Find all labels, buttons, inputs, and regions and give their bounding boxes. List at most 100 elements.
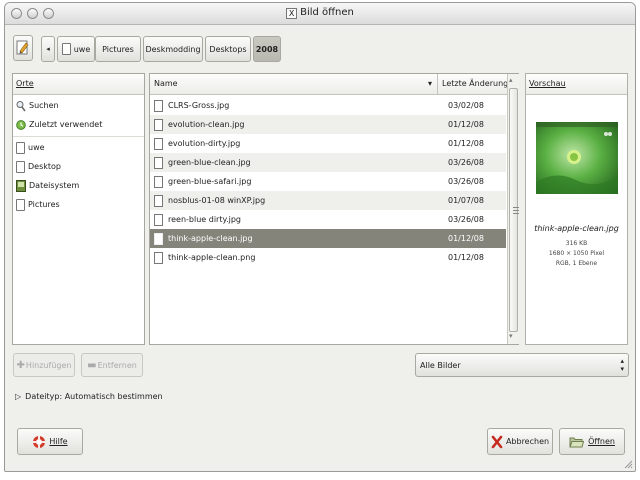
file-name: green-blue-safari.jpg	[168, 177, 252, 186]
image-file-icon	[154, 194, 163, 207]
file-row[interactable]: evolution-clean.jpg 01/12/08	[150, 115, 506, 134]
preview-thumbnail-image	[536, 122, 618, 194]
image-file-icon	[154, 175, 163, 188]
file-row[interactable]: think-apple-clean.png 01/12/08	[150, 248, 506, 267]
path-segment-2008[interactable]: 2008	[253, 36, 281, 62]
file-name: evolution-dirty.jpg	[168, 139, 241, 148]
file-date: 01/12/08	[448, 120, 484, 129]
scroll-up-icon[interactable]: ▴	[509, 76, 513, 84]
grip-line	[513, 207, 519, 208]
resize-grip-icon[interactable]	[623, 459, 633, 469]
file-row[interactable]: evolution-dirty.jpg 01/12/08	[150, 134, 506, 153]
image-file-icon	[154, 213, 163, 226]
path-segment-label: Pictures	[102, 44, 134, 54]
expander-arrow-icon: ▷	[15, 392, 22, 401]
window-title-text: Bild öffnen	[300, 7, 354, 18]
search-icon	[16, 100, 26, 111]
cancel-button-label: Abbrechen	[505, 437, 550, 446]
places-item-search[interactable]: Suchen	[13, 96, 144, 115]
help-button-label: Hilfe	[49, 437, 68, 446]
file-date: 03/26/08	[448, 215, 484, 224]
plus-icon: ✚	[16, 359, 25, 371]
folder-open-icon	[569, 437, 585, 447]
path-segment-label: 2008	[255, 44, 279, 54]
preview-info: RGB, 1 Ebene	[555, 260, 598, 267]
places-item-uwe[interactable]: uwe	[13, 138, 144, 157]
file-row[interactable]: CLRS-Gross.jpg 03/02/08	[150, 96, 506, 115]
places-item-recent[interactable]: Zuletzt verwendet	[13, 115, 144, 134]
path-segment-pictures[interactable]: Pictures	[95, 36, 141, 62]
lifebuoy-icon	[33, 435, 46, 448]
minus-icon: ▬	[87, 359, 97, 371]
updown-arrows-icon: ▴ ▾	[620, 357, 624, 373]
file-open-dialog: X Bild öffnen ◂ uwe Pictures Deskmodding …	[4, 2, 636, 472]
path-scroll-left-button[interactable]: ◂	[41, 36, 55, 62]
file-name: think-apple-clean.jpg	[168, 234, 253, 243]
file-date: 03/26/08	[448, 177, 484, 186]
file-date: 01/07/08	[448, 196, 484, 205]
filetype-label: Dateityp: Automatisch bestimmen	[25, 392, 163, 401]
scroll-down-icon[interactable]: ▾	[509, 332, 513, 340]
path-segment-deskmodding[interactable]: Deskmodding	[143, 36, 203, 62]
image-file-icon	[154, 251, 163, 264]
preview-filename: think-apple-clean.jpg	[534, 224, 619, 233]
pencil-icon	[16, 40, 29, 55]
file-date: 03/02/08	[448, 101, 484, 110]
file-date: 01/12/08	[448, 234, 484, 243]
sort-down-icon[interactable]: ▾	[428, 74, 432, 94]
open-button[interactable]: Öffnen	[559, 428, 625, 455]
edit-location-button[interactable]	[13, 35, 33, 61]
cancel-button[interactable]: Abbrechen	[487, 428, 553, 455]
remove-bookmark-button[interactable]: ▬ Entfernen	[81, 353, 143, 377]
places-item-filesystem[interactable]: Dateisystem	[13, 176, 144, 195]
path-segment-uwe[interactable]: uwe	[57, 36, 95, 62]
image-file-icon	[154, 118, 163, 131]
filetype-expander[interactable]: ▷ Dateityp: Automatisch bestimmen	[15, 392, 163, 401]
file-list-header: Name ▾ Letzte Änderung	[150, 74, 518, 95]
path-segment-desktops[interactable]: Desktops	[205, 36, 251, 62]
column-header-date[interactable]: Letzte Änderung	[442, 74, 508, 94]
home-folder-icon	[61, 43, 71, 55]
file-row[interactable]: nosblus-01-08 winXP.jpg 01/07/08	[150, 191, 506, 210]
file-row-selected[interactable]: think-apple-clean.jpg 01/12/08	[150, 229, 506, 248]
file-date: 01/12/08	[448, 253, 484, 262]
file-row[interactable]: green-blue-clean.jpg 03/26/08	[150, 153, 506, 172]
places-item-pictures[interactable]: Pictures	[13, 195, 144, 214]
window-title: X Bild öffnen	[5, 7, 635, 19]
places-header[interactable]: Orte	[13, 74, 144, 95]
file-name: evolution-clean.jpg	[168, 120, 245, 129]
image-file-icon	[154, 99, 163, 112]
places-header-label: Orte	[16, 79, 34, 88]
file-name: nosblus-01-08 winXP.jpg	[168, 196, 266, 205]
path-segment-label: uwe	[73, 44, 91, 54]
file-list-panel: Name ▾ Letzte Änderung CLRS-Gross.jpg 03…	[149, 73, 519, 345]
places-item-label: Zuletzt verwendet	[29, 120, 103, 129]
places-item-label: Suchen	[29, 101, 59, 110]
places-item-label: Dateisystem	[29, 181, 80, 190]
cancel-icon	[491, 435, 503, 448]
file-list-scrollbar[interactable]: ▴ ▾	[507, 74, 519, 344]
file-row[interactable]: green-blue-safari.jpg 03/26/08	[150, 172, 506, 191]
remove-button-label: Entfernen	[97, 360, 137, 370]
column-header-name[interactable]: Name	[154, 74, 178, 94]
file-icon	[16, 160, 25, 173]
title-bar: X Bild öffnen	[5, 3, 635, 25]
grip-line	[513, 213, 519, 214]
places-item-desktop[interactable]: Desktop	[13, 157, 144, 176]
add-button-label: Hinzufügen	[25, 360, 72, 370]
file-icon	[16, 198, 25, 211]
scrollbar-thumb[interactable]	[509, 88, 519, 332]
help-button[interactable]: Hilfe	[17, 428, 83, 455]
add-bookmark-button[interactable]: ✚ Hinzufügen	[13, 353, 75, 377]
file-filter-select[interactable]: Alle Bilder ▴ ▾	[415, 353, 629, 377]
places-divider	[13, 136, 144, 137]
places-panel: Orte Suchen Zuletzt verwendet uwe Deskto…	[12, 73, 145, 345]
file-filter-value: Alle Bilder	[420, 360, 461, 370]
arrow-left-icon: ◂	[46, 45, 50, 53]
preview-header-label: Vorschau	[529, 79, 566, 88]
file-name: green-blue-clean.jpg	[168, 158, 251, 167]
preview-dimensions: 1680 × 1050 Pixel	[548, 250, 605, 257]
file-row[interactable]: reen-blue dirty.jpg 03/26/08	[150, 210, 506, 229]
image-file-icon	[154, 137, 163, 150]
column-divider	[437, 74, 438, 95]
